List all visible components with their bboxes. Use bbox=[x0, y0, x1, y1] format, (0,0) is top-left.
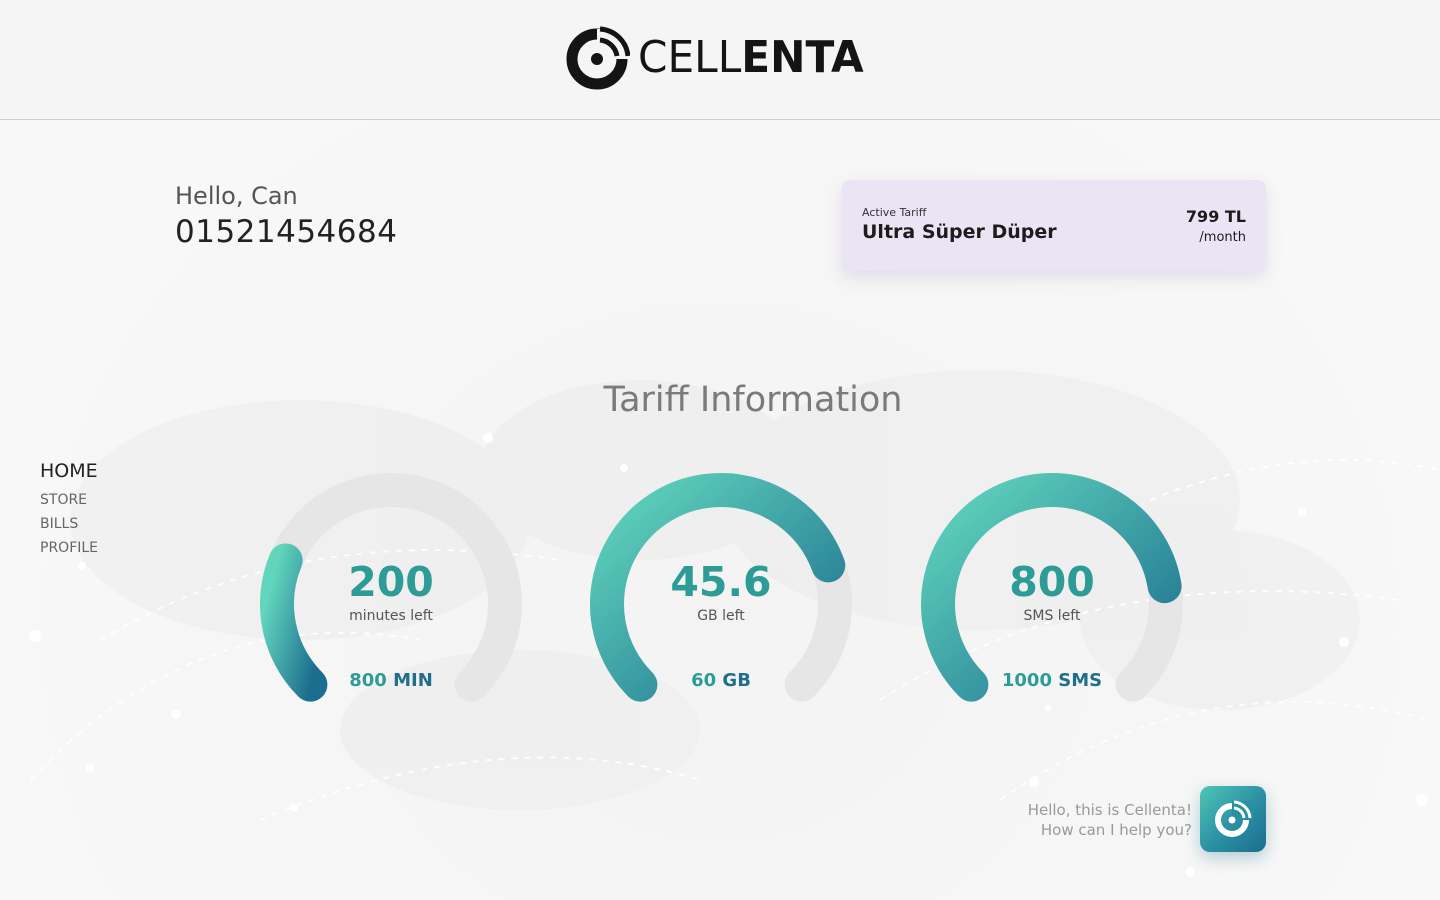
sms-remaining: 800 bbox=[1009, 558, 1095, 606]
sms-total-unit: SMS bbox=[1058, 670, 1103, 691]
minutes-remaining: 200 bbox=[348, 558, 434, 606]
page: CELLENTA Hello, Can 01521454684 Active T… bbox=[0, 0, 1440, 900]
tariff-period: /month bbox=[1199, 230, 1246, 245]
background-map-decoration bbox=[29, 370, 1440, 877]
sms-remaining-label: SMS left bbox=[1023, 608, 1081, 624]
tariff-price: 799 TL bbox=[1185, 207, 1246, 226]
chat-prompt-line-1: Hello, this is Cellenta! bbox=[1027, 801, 1192, 819]
nav-item-home[interactable]: HOME bbox=[40, 460, 98, 482]
brand-wordmark-bold: ENTA bbox=[741, 32, 864, 83]
chat-assistant-button[interactable] bbox=[1200, 786, 1266, 852]
sms-total: 1000 SMS bbox=[917, 670, 1187, 691]
chat-prompt-line-2: How can I help you? bbox=[1040, 821, 1192, 839]
minutes-total-unit: MIN bbox=[393, 670, 433, 691]
greeting-text: Hello, Can bbox=[175, 182, 298, 210]
section-title: Tariff Information bbox=[603, 380, 903, 420]
user-greeting: Hello, Can 01521454684 bbox=[175, 182, 397, 250]
sms-total-value: 1000 bbox=[1001, 670, 1052, 691]
active-tariff-card[interactable]: Active Tariff Ultra Süper Düper 799 TL /… bbox=[842, 180, 1266, 271]
data-gauge: 45.6 GB left 60 GB bbox=[586, 466, 856, 716]
nav-item-profile[interactable]: PROFILE bbox=[40, 540, 98, 556]
nav-item-bills[interactable]: BILLS bbox=[40, 516, 98, 532]
brand-wordmark: CELLENTA bbox=[638, 36, 864, 80]
data-total-value: 60 bbox=[691, 670, 717, 691]
cellenta-signal-icon bbox=[1215, 800, 1253, 837]
minutes-total-value: 800 bbox=[349, 670, 387, 691]
minutes-gauge: 200 minutes left 800 MIN bbox=[256, 466, 526, 716]
minutes-remaining-label: minutes left bbox=[349, 608, 433, 624]
chat-prompt: Hello, this is Cellenta! How can I help … bbox=[980, 800, 1192, 840]
cellenta-logo-icon bbox=[566, 26, 630, 90]
data-remaining-label: GB left bbox=[697, 608, 745, 624]
data-total: 60 GB bbox=[586, 670, 856, 691]
header: CELLENTA bbox=[0, 0, 1440, 120]
brand-wordmark-light: CELL bbox=[638, 32, 742, 83]
nav-item-store[interactable]: STORE bbox=[40, 492, 98, 508]
brand-logo[interactable]: CELLENTA bbox=[564, 24, 884, 92]
phone-number: 01521454684 bbox=[175, 214, 398, 250]
tariff-name: Ultra Süper Düper bbox=[862, 221, 1057, 243]
sms-gauge: 800 SMS left 1000 SMS bbox=[917, 466, 1187, 716]
data-remaining: 45.6 bbox=[670, 558, 772, 606]
data-total-unit: GB bbox=[722, 670, 751, 691]
minutes-total: 800 MIN bbox=[256, 670, 526, 691]
active-tariff-label: Active Tariff bbox=[862, 206, 927, 219]
side-nav: HOME STORE BILLS PROFILE bbox=[40, 460, 98, 564]
